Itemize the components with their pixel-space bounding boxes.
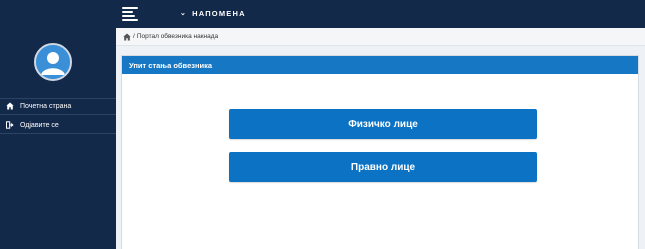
natural-person-button[interactable]: Физичко лице <box>229 109 537 139</box>
hamburger-menu-icon[interactable] <box>122 6 138 22</box>
status-query-panel: Упит стања обвезника Физичко лице Правно… <box>121 55 639 249</box>
notice-menu-label: НАПОМЕНА <box>192 9 246 18</box>
home-icon <box>5 102 14 111</box>
sidebar-divider <box>0 114 116 115</box>
notice-menu-toggle[interactable]: ⌄ НАПОМЕНА <box>180 9 246 18</box>
sidebar-item-home[interactable]: Почетна страна <box>0 98 116 114</box>
avatar <box>34 43 72 81</box>
breadcrumb-separator: / <box>133 33 135 40</box>
breadcrumb-current[interactable]: Портал обвезника накнада <box>137 33 218 40</box>
chevron-down-icon: ⌄ <box>180 10 188 17</box>
logout-icon <box>5 121 14 130</box>
top-bar: ⌄ НАПОМЕНА <box>116 0 645 28</box>
sidebar-divider <box>0 133 116 134</box>
sidebar-item-logout[interactable]: Одјавите се <box>0 117 116 133</box>
app-root: Почетна страна Одјавите се ⌄ НАПОМЕНА / … <box>0 0 645 249</box>
breadcrumb: / Портал обвезника накнада <box>116 28 645 46</box>
breadcrumb-home-icon[interactable] <box>123 33 131 41</box>
sidebar-item-label: Почетна страна <box>20 102 72 110</box>
legal-entity-button[interactable]: Правно лице <box>229 152 537 182</box>
user-avatar-icon <box>36 45 70 79</box>
sidebar-item-label: Одјавите се <box>20 121 59 129</box>
panel-title: Упит стања обвезника <box>122 56 638 74</box>
sidebar: Почетна страна Одјавите се <box>0 0 116 249</box>
